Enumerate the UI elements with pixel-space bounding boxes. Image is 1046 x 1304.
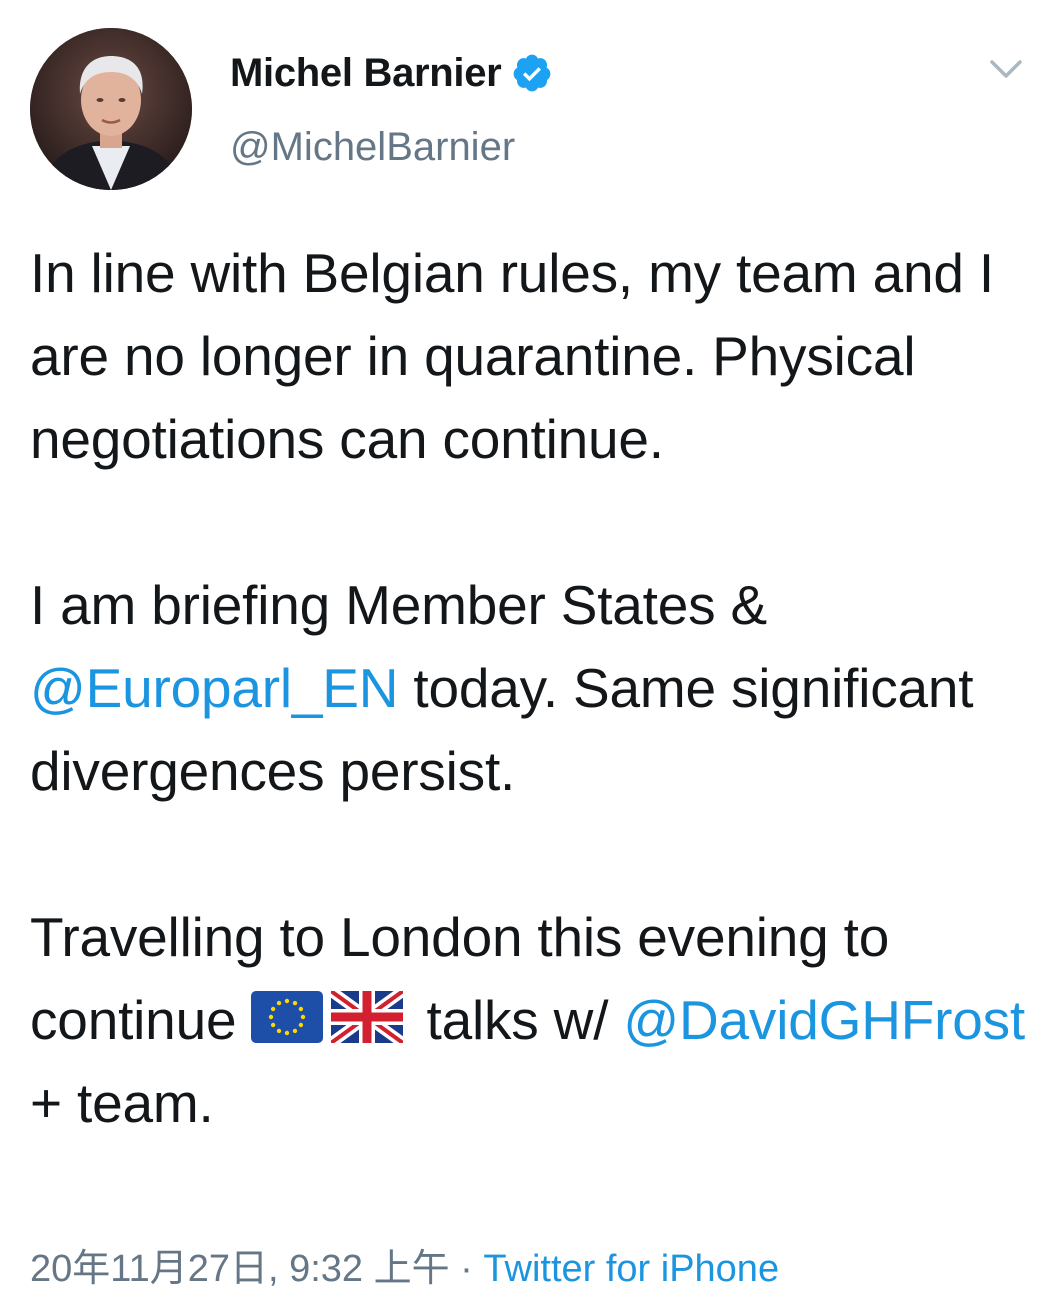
mention-davidghfrost-link[interactable]: @DavidGHFrost (623, 989, 1025, 1051)
mention-europarl-link[interactable]: @Europarl_EN (30, 657, 399, 719)
author-handle[interactable]: @MichelBarnier (230, 122, 515, 172)
uk-flag-icon (331, 991, 404, 1043)
tweet-source-link[interactable]: Twitter for iPhone (483, 1248, 779, 1290)
avatar-image (30, 28, 192, 190)
tweet-text-span: I am briefing Member States & (30, 574, 767, 636)
author-name-text[interactable]: Michel Barnier (230, 48, 502, 98)
verified-badge-icon (514, 54, 551, 92)
tweet-text-span: + team. (30, 1072, 214, 1134)
tweet-text-span: talks w/ (411, 989, 624, 1051)
tweet-footer: 20年11月27日, 9:32 上午 · Twitter for iPhone (30, 1242, 779, 1296)
tweet-paragraph-3: Travelling to London this evening to con… (30, 896, 1030, 1145)
tweet-text: In line with Belgian rules, my team and … (30, 232, 1030, 1145)
tweet-paragraph-2: I am briefing Member States & @Europarl_… (30, 564, 1030, 813)
author-name[interactable]: Michel Barnier (230, 48, 553, 98)
tweet-paragraph-1: In line with Belgian rules, my team and … (30, 242, 994, 470)
tweet-card: Michel Barnier @MichelBarnier In line wi… (0, 0, 1046, 1304)
tweet-timestamp[interactable]: 20年11月27日, 9:32 上午 · (30, 1248, 483, 1290)
avatar[interactable] (30, 28, 192, 190)
eu-flag-icon (251, 991, 324, 1043)
chevron-down-icon[interactable] (988, 56, 1024, 84)
